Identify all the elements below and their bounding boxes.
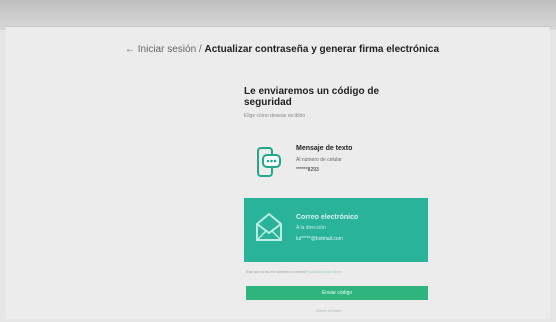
security-code-heading: Le enviaremos un código de seguridad bbox=[244, 86, 380, 108]
email-option[interactable]: Correo electrónico A la dirección lui***… bbox=[244, 198, 428, 262]
update-data-link[interactable]: Actualiza tus datos bbox=[308, 269, 342, 274]
back-link[interactable]: ← Iniciar sesión / bbox=[125, 44, 202, 55]
send-code-button[interactable]: Enviar código bbox=[246, 286, 428, 300]
help-note-text: Ese ya no es mi número o correo? bbox=[246, 269, 308, 274]
sms-option-phone: ******8293 bbox=[296, 167, 319, 173]
phone-chat-icon bbox=[254, 146, 284, 180]
email-option-description: A la dirección bbox=[296, 225, 326, 231]
page-title: Actualizar contraseña y generar firma el… bbox=[204, 44, 440, 55]
sms-option-description: Al número de celular bbox=[296, 157, 342, 163]
email-option-title: Correo electrónico bbox=[296, 214, 359, 221]
envelope-icon bbox=[254, 210, 284, 244]
sms-option-title: Mensaje de texto bbox=[296, 145, 353, 152]
secondary-link[interactable]: Volver al inicio bbox=[316, 308, 342, 313]
email-option-address: lui*****@hotmail.com bbox=[296, 236, 343, 242]
help-note: Ese ya no es mi número o correo? Actuali… bbox=[246, 269, 342, 274]
breadcrumb: ← Iniciar sesión / Actualizar contraseña… bbox=[125, 44, 439, 55]
sms-option[interactable]: Mensaje de texto Al número de celular **… bbox=[244, 140, 428, 192]
security-code-subtitle: Elige cómo deseas recibirlo bbox=[244, 113, 306, 119]
